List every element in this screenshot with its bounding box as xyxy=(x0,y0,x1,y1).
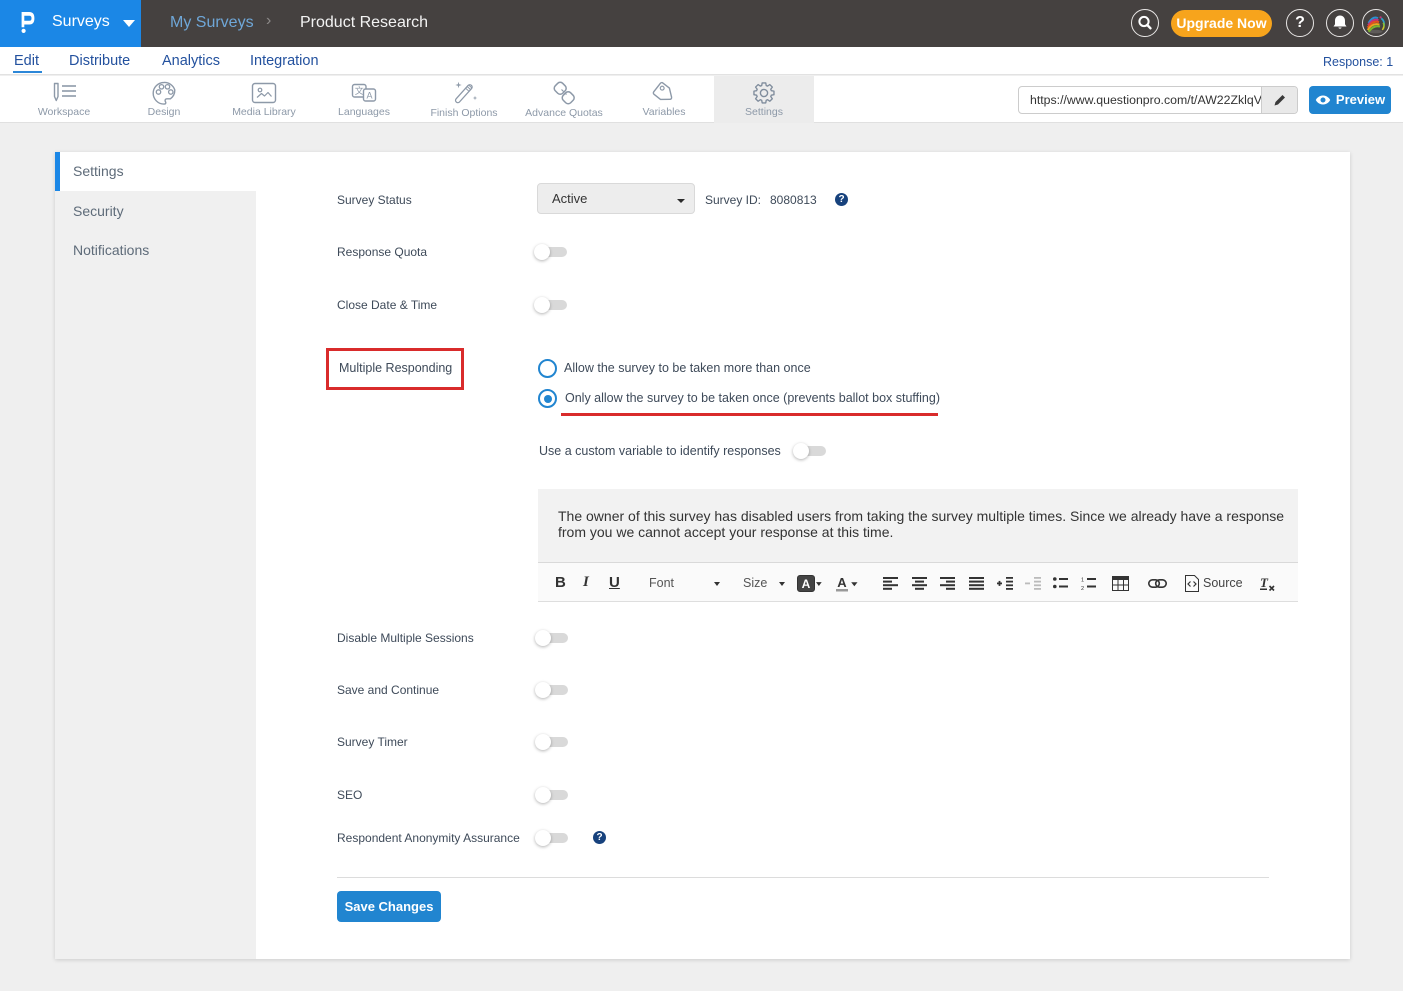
svg-text:2: 2 xyxy=(1081,586,1084,590)
svg-text:文: 文 xyxy=(355,85,364,96)
svg-text:1: 1 xyxy=(1081,578,1084,584)
svg-text:T: T xyxy=(1260,576,1269,590)
svg-text:A: A xyxy=(802,577,811,591)
svg-text:A: A xyxy=(366,91,372,101)
svg-text:A: A xyxy=(837,575,847,590)
